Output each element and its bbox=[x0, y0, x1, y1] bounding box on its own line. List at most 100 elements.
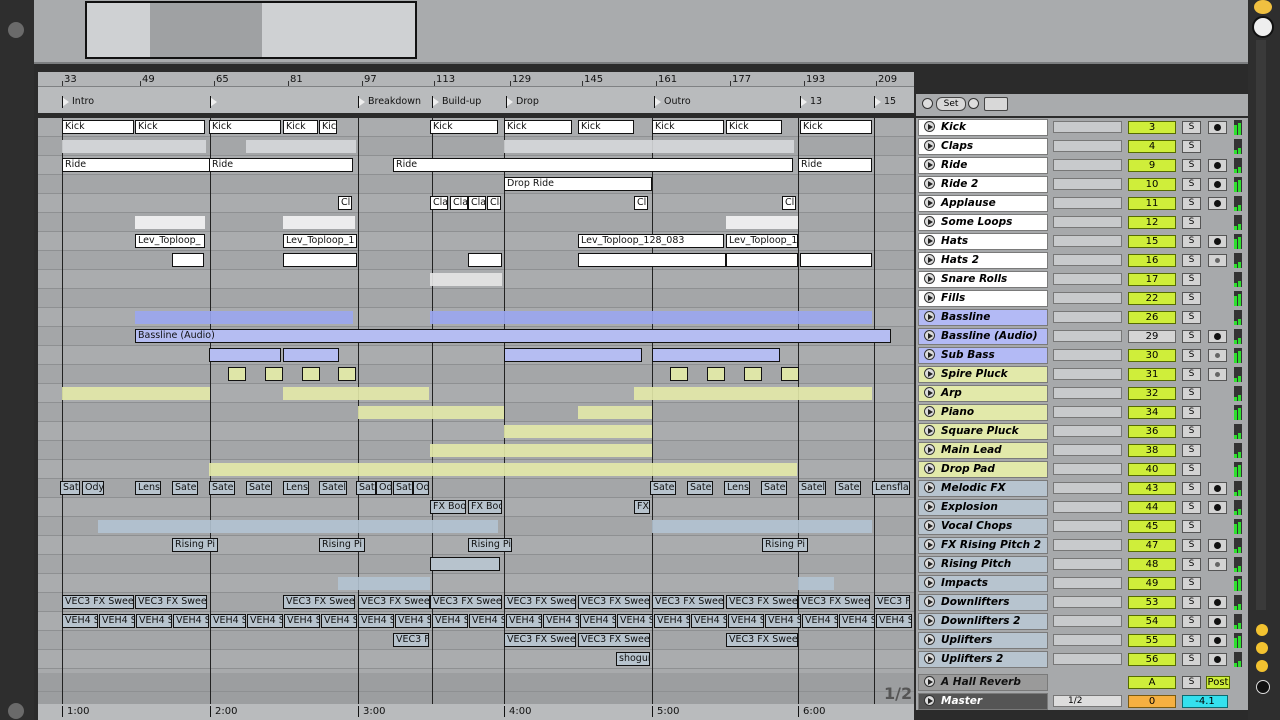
track-launch-icon[interactable] bbox=[924, 387, 935, 398]
track-name[interactable]: Rising Pitch bbox=[918, 556, 1048, 573]
clip[interactable]: Satell bbox=[798, 481, 826, 495]
track-clip-slot[interactable] bbox=[1053, 558, 1122, 570]
arm-button[interactable] bbox=[1208, 501, 1227, 514]
track-activator[interactable]: 34 bbox=[1128, 406, 1176, 419]
clip[interactable]: VEH4 S bbox=[765, 614, 801, 628]
track-name[interactable]: Kick bbox=[918, 119, 1048, 136]
clip[interactable]: Satell bbox=[761, 481, 787, 495]
clip[interactable]: VEH4 S bbox=[728, 614, 764, 628]
scrollbar[interactable] bbox=[1256, 40, 1266, 610]
arm-button[interactable] bbox=[1208, 482, 1227, 495]
track-clip-slot[interactable] bbox=[1053, 254, 1122, 266]
track-clip-slot[interactable] bbox=[1053, 292, 1122, 304]
clip-region[interactable] bbox=[578, 406, 652, 419]
clip[interactable]: Ride bbox=[393, 158, 793, 172]
track-launch-icon[interactable] bbox=[924, 577, 935, 588]
track-name[interactable]: Uplifters bbox=[918, 632, 1048, 649]
clip[interactable]: VEH4 S bbox=[543, 614, 579, 628]
track-launch-icon[interactable] bbox=[924, 330, 935, 341]
track-activator[interactable]: 40 bbox=[1128, 463, 1176, 476]
clip[interactable]: VEH4 S bbox=[321, 614, 357, 628]
track-launch-icon[interactable] bbox=[924, 368, 935, 379]
track-name[interactable]: FX Rising Pitch 2 bbox=[918, 537, 1048, 554]
clip[interactable] bbox=[468, 253, 502, 267]
track-clip-slot[interactable] bbox=[1053, 615, 1122, 627]
track-activator[interactable]: 36 bbox=[1128, 425, 1176, 438]
clip[interactable]: Kick bbox=[283, 120, 318, 134]
clip[interactable]: VEH4 S bbox=[136, 614, 172, 628]
clip[interactable]: Sate bbox=[356, 481, 376, 495]
post-button[interactable]: Post bbox=[1206, 676, 1230, 689]
track-activator[interactable]: 12 bbox=[1128, 216, 1176, 229]
track-launch-icon[interactable] bbox=[924, 273, 935, 284]
clip[interactable]: Cla bbox=[450, 196, 468, 210]
track-launch-icon[interactable] bbox=[924, 634, 935, 645]
clip[interactable]: Satel bbox=[687, 481, 713, 495]
track-clip-slot[interactable] bbox=[1053, 653, 1122, 665]
track-activator[interactable]: 55 bbox=[1128, 634, 1176, 647]
clip-region[interactable] bbox=[634, 387, 872, 400]
track-lane[interactable] bbox=[38, 574, 914, 593]
track-lane[interactable] bbox=[38, 289, 914, 308]
clip[interactable]: Satel bbox=[246, 481, 272, 495]
clip[interactable]: VEC3 FX Swee bbox=[430, 595, 502, 609]
clip[interactable]: VEH4 S bbox=[247, 614, 283, 628]
track-name[interactable]: Vocal Chops bbox=[918, 518, 1048, 535]
track-activator[interactable]: 4 bbox=[1128, 140, 1176, 153]
track-name[interactable]: Some Loops bbox=[918, 214, 1048, 231]
arm-button[interactable] bbox=[1208, 121, 1227, 134]
solo-button[interactable]: S bbox=[1182, 482, 1201, 495]
track-clip-slot[interactable] bbox=[1053, 235, 1122, 247]
clip[interactable] bbox=[707, 367, 725, 381]
io-toggle-icon[interactable] bbox=[1256, 624, 1268, 636]
track-launch-icon[interactable] bbox=[924, 178, 935, 189]
solo-button[interactable]: S bbox=[1182, 558, 1201, 571]
track-clip-slot[interactable] bbox=[1053, 463, 1122, 475]
clip[interactable]: VEH4 S bbox=[62, 614, 98, 628]
track-lane[interactable] bbox=[38, 650, 914, 669]
track-activator[interactable]: 9 bbox=[1128, 159, 1176, 172]
track-clip-slot[interactable] bbox=[1053, 444, 1122, 456]
clip[interactable]: Rising Pi bbox=[762, 538, 808, 552]
clip[interactable]: VEC3 FX Swee bbox=[652, 595, 724, 609]
clip[interactable]: FX Boo bbox=[430, 500, 466, 514]
track-clip-slot[interactable] bbox=[1053, 330, 1122, 342]
clip[interactable]: Cl bbox=[338, 196, 352, 210]
track-clip-slot[interactable] bbox=[1053, 178, 1122, 190]
clip[interactable] bbox=[430, 557, 500, 571]
clip[interactable] bbox=[800, 253, 872, 267]
clip-region[interactable] bbox=[283, 216, 355, 229]
clip[interactable] bbox=[652, 348, 780, 362]
track-lane[interactable] bbox=[38, 346, 914, 365]
track-launch-icon[interactable] bbox=[924, 482, 935, 493]
track-clip-slot[interactable] bbox=[1053, 596, 1122, 608]
clip-region[interactable] bbox=[135, 216, 205, 229]
clip-region[interactable] bbox=[726, 216, 798, 229]
solo-button[interactable]: S bbox=[1182, 444, 1201, 457]
clip[interactable]: Kick bbox=[652, 120, 724, 134]
track-activator[interactable]: 53 bbox=[1128, 596, 1176, 609]
track-name[interactable]: Downlifters bbox=[918, 594, 1048, 611]
track-launch-icon[interactable] bbox=[924, 558, 935, 569]
track-name[interactable]: Ride bbox=[918, 157, 1048, 174]
solo-button[interactable]: S bbox=[1182, 539, 1201, 552]
clip[interactable] bbox=[504, 348, 642, 362]
track-name[interactable]: Applause bbox=[918, 195, 1048, 212]
clip[interactable] bbox=[744, 367, 762, 381]
track-activator[interactable]: 3 bbox=[1128, 121, 1176, 134]
track-activator[interactable]: 26 bbox=[1128, 311, 1176, 324]
clip[interactable]: Satell bbox=[172, 481, 198, 495]
clip[interactable]: VEH4 S bbox=[173, 614, 209, 628]
track-name[interactable]: Arp bbox=[918, 385, 1048, 402]
clip[interactable] bbox=[338, 367, 356, 381]
solo-button[interactable]: S bbox=[1182, 254, 1201, 267]
time-ruler[interactable]: 1:00 2:00 3:00 4:00 5:00 6:00 bbox=[38, 704, 914, 720]
previous-locator-icon[interactable] bbox=[922, 98, 933, 109]
locator-marker[interactable]: Drop bbox=[506, 95, 539, 109]
return-solo-button[interactable]: S bbox=[1182, 676, 1201, 689]
clip[interactable]: Od bbox=[413, 481, 429, 495]
track-activator[interactable]: 44 bbox=[1128, 501, 1176, 514]
clip-region[interactable] bbox=[652, 520, 872, 533]
clip-region[interactable] bbox=[358, 406, 504, 419]
beat-time-ruler[interactable]: 33 49 65 81 97 113 129 145 161 177 193 209 bbox=[38, 72, 914, 86]
